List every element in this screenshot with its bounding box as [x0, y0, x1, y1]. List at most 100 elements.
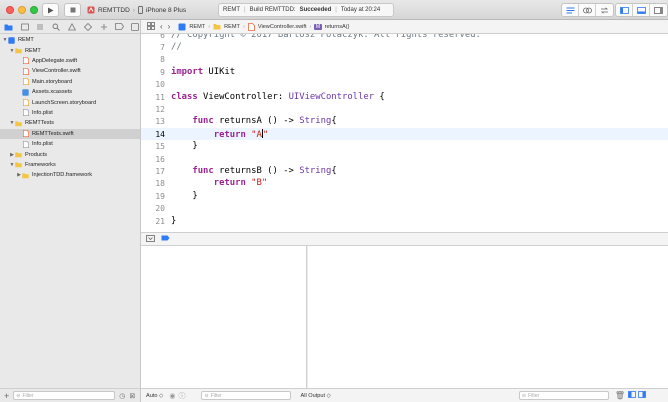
breakpoint-icon[interactable] — [114, 22, 124, 32]
scm-status-icon[interactable]: ⊠ — [129, 392, 135, 400]
utilities-toggle-icon[interactable] — [650, 4, 667, 16]
navigator-item[interactable]: ▼ REMT — [0, 45, 140, 55]
debug-icon[interactable] — [99, 22, 109, 32]
test-icon[interactable] — [83, 22, 93, 32]
code-token: returnsB () -> — [213, 165, 300, 176]
code-line[interactable]: } — [171, 141, 197, 151]
navigator-item[interactable]: ▶ InjectionTDD.framework — [0, 170, 140, 180]
code-line[interactable]: } — [171, 190, 198, 201]
swift-icon — [22, 57, 29, 65]
folder-icon[interactable] — [4, 22, 14, 32]
related-items-icon[interactable] — [147, 21, 155, 32]
breakpoints-toggle-icon[interactable] — [161, 235, 170, 243]
close-window-button[interactable] — [6, 6, 14, 14]
navigator-item-label: Assets.xcassets — [32, 89, 73, 96]
navigator-item[interactable]: Assets.xcassets — [0, 87, 140, 97]
code-token: } — [171, 190, 198, 201]
navigator-footer: + ⊖ Filter ◷ ⊠ — [0, 388, 140, 402]
navigator-item-label: InjectionTDD.framework — [32, 172, 92, 179]
add-file-icon[interactable]: + — [4, 391, 9, 401]
source-control-icon[interactable] — [20, 22, 30, 32]
zoom-window-button[interactable] — [30, 6, 38, 14]
navigator-item[interactable]: ▼ REMT — [0, 35, 140, 45]
navigator-item[interactable]: REMTTests.swift — [0, 128, 140, 139]
variables-view[interactable] — [141, 246, 307, 388]
code-line[interactable]: class ViewController: UIViewController { — [171, 92, 385, 102]
minimize-window-button[interactable] — [18, 6, 26, 14]
console-output-selector[interactable]: All Output ◇ — [300, 393, 330, 399]
navigator-item[interactable]: ▶ Products — [0, 149, 140, 159]
navigator-item-label: Main.storyboard — [32, 78, 73, 85]
scheme-selector[interactable]: REMTTDD › iPhone 8 Plus — [87, 4, 186, 16]
navigator-item-label: REMT — [25, 47, 41, 54]
jump-crumb-group[interactable]: REMT — [224, 24, 240, 30]
navigator-item[interactable]: ▼ Frameworks — [0, 160, 140, 170]
code-token: return — [213, 178, 246, 189]
issue-icon[interactable] — [67, 22, 77, 32]
filter-icon: ⊖ — [521, 392, 527, 399]
jump-crumb-file[interactable]: ViewController.swift — [258, 24, 307, 30]
recent-files-icon[interactable]: ◷ — [119, 392, 125, 400]
navigator-item[interactable]: Main.storyboard — [0, 77, 140, 87]
code-line[interactable]: // — [171, 42, 182, 52]
navigator-toggle-icon[interactable] — [616, 4, 633, 16]
code-token: String — [299, 165, 332, 176]
jump-crumb-symbol[interactable]: returnsA() — [325, 24, 350, 30]
line-number: 14 — [155, 129, 165, 139]
stop-button[interactable] — [64, 3, 81, 17]
hide-debug-area-icon[interactable] — [146, 234, 155, 244]
panel-toggle-control[interactable] — [615, 3, 668, 17]
standard-editor-icon[interactable] — [562, 4, 579, 16]
code-line[interactable]: func returnsA () -> String{ — [171, 116, 336, 126]
code-line[interactable]: import UIKit — [171, 67, 235, 77]
console-filter-field[interactable]: ⊖ Filter — [518, 391, 609, 400]
chevron-right-icon: › — [132, 6, 135, 14]
find-icon[interactable] — [51, 22, 61, 32]
folder-icon — [213, 24, 221, 30]
run-button[interactable] — [42, 3, 59, 17]
code-token: import — [171, 66, 204, 77]
navigator-item[interactable]: AppDelegate.swift — [0, 56, 140, 66]
navigator-item[interactable]: LaunchScreen.storyboard — [0, 97, 140, 107]
split-right-icon[interactable] — [638, 391, 646, 400]
project-navigator: ▼ REMT ▼ REMT AppDelegate.swift ViewControlle… — [0, 20, 141, 402]
variables-filter-field[interactable]: ⊖ Filter — [201, 391, 292, 400]
trash-icon[interactable]: 🗑 — [615, 391, 625, 400]
navigator-item[interactable]: Info.plist — [0, 139, 140, 149]
code-token: { — [374, 91, 385, 102]
code-token: "B" — [251, 178, 268, 189]
device-name: iPhone 8 Plus — [145, 6, 187, 14]
navigator-item[interactable]: ViewController.swift — [0, 66, 140, 76]
editor-mode-control[interactable] — [561, 3, 614, 17]
info-icon[interactable]: ⓘ — [178, 391, 185, 401]
navigator-filter-field[interactable]: ⊖ Filter — [13, 391, 116, 400]
debug-area-toggle-icon[interactable] — [633, 4, 650, 16]
line-number: 9 — [160, 67, 165, 77]
assistant-editor-icon[interactable] — [579, 4, 596, 16]
code-line[interactable]: // Copyright © 2017 Bartosz Polaczyk. Al… — [171, 34, 481, 40]
navigator-item[interactable]: ▼ REMTTests — [0, 118, 140, 128]
code-line[interactable]: return "A" — [171, 128, 268, 140]
line-number: 17 — [155, 166, 165, 176]
stop-icon — [70, 7, 75, 13]
variables-scope-selector[interactable]: Auto ◇ — [146, 393, 163, 399]
project-icon — [178, 23, 186, 30]
jump-crumb-project[interactable]: REMT — [189, 24, 205, 30]
symbol-icon[interactable] — [36, 22, 46, 32]
eye-icon[interactable]: ◉ — [169, 392, 175, 400]
iphone-icon — [138, 6, 143, 14]
console-view[interactable] — [308, 246, 668, 388]
source-editor[interactable]: 6 7 8 9 10 11 12 13 14 15 16 17 18 19 20 21 // Copyrigh… — [141, 34, 668, 232]
report-icon[interactable] — [130, 22, 140, 32]
forward-arrow-icon[interactable]: › — [168, 22, 171, 31]
navigator-item[interactable]: Info.plist — [0, 108, 140, 118]
code-line[interactable]: func returnsB () -> String{ — [171, 165, 336, 176]
code-line[interactable]: return "B" — [171, 178, 267, 188]
line-number: 18 — [155, 179, 165, 189]
line-number-gutter: 6 7 8 9 10 11 12 13 14 15 16 17 18 19 20 21 — [141, 34, 165, 232]
version-editor-icon[interactable] — [596, 4, 613, 16]
code-line[interactable]: } — [171, 216, 176, 226]
back-arrow-icon[interactable]: ‹ — [160, 22, 163, 31]
split-left-icon[interactable] — [628, 391, 636, 400]
